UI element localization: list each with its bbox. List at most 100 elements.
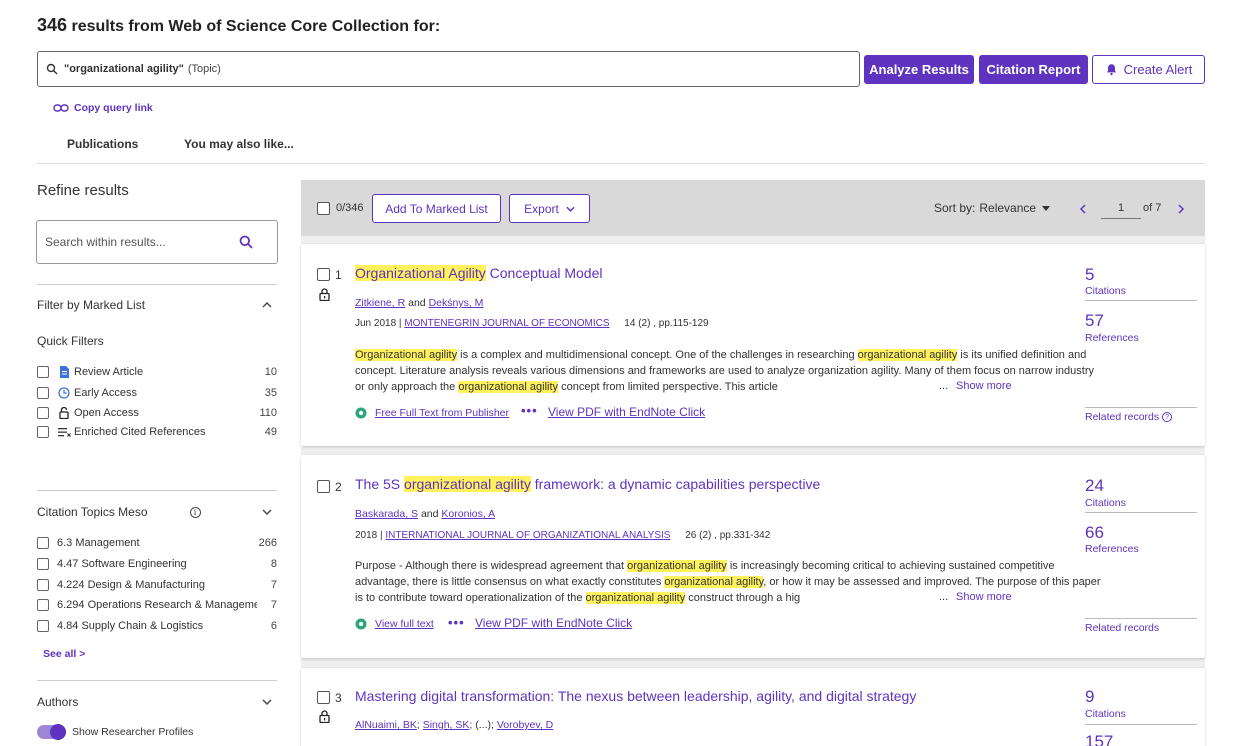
- show-more-link[interactable]: Show more: [956, 380, 1012, 392]
- chevron-down-icon: [262, 509, 272, 515]
- see-all-link[interactable]: See all >: [43, 648, 85, 660]
- author-link[interactable]: Koronios, A: [441, 508, 495, 520]
- title-highlight: organizational agility: [404, 476, 531, 492]
- citations-label[interactable]: Citations: [1085, 708, 1126, 720]
- result-checkbox[interactable]: [317, 480, 330, 493]
- add-to-marked-list-button[interactable]: Add To Marked List: [372, 194, 501, 223]
- filter-marked-list[interactable]: Filter by Marked List: [37, 298, 277, 312]
- results-heading: 346 results from Web of Science Core Col…: [37, 15, 440, 36]
- refine-title: Refine results: [37, 182, 129, 199]
- document-icon: [57, 366, 71, 378]
- checkbox[interactable]: [37, 426, 49, 438]
- full-text-link[interactable]: View full text: [375, 618, 434, 630]
- tab-you-may-also-like[interactable]: You may also like...: [184, 137, 294, 151]
- quick-filter-early-access[interactable]: Early Access 35: [37, 383, 277, 403]
- tab-publications[interactable]: Publications: [67, 137, 138, 151]
- abstract-line: is to contribute toward operationalizati…: [355, 590, 800, 606]
- chevron-down-icon: [262, 699, 272, 705]
- quick-filter-enriched-cited-references[interactable]: Enriched Cited References 49: [37, 422, 277, 442]
- citations-label[interactable]: Citations: [1085, 285, 1126, 297]
- citations-count[interactable]: 5: [1085, 265, 1094, 285]
- show-researcher-profiles-toggle[interactable]: Show Researcher Profiles: [37, 724, 193, 740]
- quick-filter-review-article[interactable]: Review Article 10: [37, 362, 277, 382]
- author-link[interactable]: Dekśnys, M: [429, 297, 484, 309]
- next-page-icon[interactable]: [1178, 204, 1184, 214]
- author-link[interactable]: Baskarada, S: [355, 508, 418, 520]
- help-icon[interactable]: ?: [1162, 412, 1173, 422]
- lock-icon: [319, 288, 330, 301]
- journal-link[interactable]: INTERNATIONAL JOURNAL OF ORGANIZATIONAL …: [385, 530, 670, 541]
- topic-filter[interactable]: 4.84 Supply Chain & Logistics 6: [37, 616, 277, 636]
- abstract-text: is to contribute toward operationalizati…: [355, 592, 586, 604]
- copy-query-link[interactable]: Copy query link: [53, 102, 153, 114]
- abstract-highlight: organizational agility: [627, 560, 727, 572]
- page-input[interactable]: 1: [1101, 199, 1141, 219]
- abstract-text: , or how it may be assessed and improved…: [763, 576, 1101, 588]
- sort-dropdown[interactable]: Sort by: Relevance: [934, 201, 1051, 215]
- author-link[interactable]: Singh, SK: [423, 719, 470, 731]
- result-checkbox[interactable]: [317, 268, 330, 281]
- references-label[interactable]: References: [1085, 543, 1139, 555]
- references-count[interactable]: 66: [1085, 523, 1104, 543]
- references-count[interactable]: 57: [1085, 311, 1104, 331]
- search-within-placeholder: Search within results...: [45, 235, 166, 249]
- citations-count[interactable]: 24: [1085, 476, 1104, 496]
- journal-link[interactable]: MONTENEGRIN JOURNAL OF ECONOMICS: [404, 318, 609, 329]
- result-checkbox[interactable]: [317, 691, 330, 704]
- toggle-switch[interactable]: [37, 724, 66, 740]
- full-text-link[interactable]: Free Full Text from Publisher: [375, 407, 509, 419]
- related-records-link[interactable]: Related records ?: [1085, 411, 1173, 423]
- citation-topics-header[interactable]: Citation Topics Meso i: [37, 505, 277, 519]
- abstract-highlight: Organizational agility: [355, 349, 458, 361]
- references-count[interactable]: 157: [1085, 732, 1113, 746]
- related-records-link[interactable]: Related records: [1085, 622, 1159, 634]
- authors-header[interactable]: Authors: [37, 695, 277, 709]
- result-title[interactable]: Mastering digital transformation: The ne…: [355, 688, 916, 704]
- result-title[interactable]: The 5S organizational agility framework:…: [355, 476, 820, 492]
- citation-report-button[interactable]: Citation Report: [979, 55, 1088, 84]
- checkbox[interactable]: [37, 387, 49, 399]
- view-pdf-link[interactable]: View PDF with EndNote Click: [475, 616, 632, 630]
- analyze-results-button[interactable]: Analyze Results: [864, 55, 974, 84]
- abstract-text: advantage, there is little consensus on …: [355, 576, 665, 588]
- lock-icon: [319, 710, 330, 723]
- quick-filter-open-access[interactable]: Open Access 110: [37, 403, 277, 423]
- result-number: 2: [335, 480, 342, 494]
- topic-filter[interactable]: 4.224 Design & Manufacturing 7: [37, 575, 277, 595]
- citations-label[interactable]: Citations: [1085, 497, 1126, 509]
- references-label[interactable]: References: [1085, 332, 1139, 344]
- author-link[interactable]: Zitkiene, R: [355, 297, 405, 309]
- checkbox[interactable]: [37, 407, 49, 419]
- query-field: (Topic): [187, 63, 221, 75]
- author-link[interactable]: Vorobyev, D: [497, 719, 553, 731]
- authors-truncated[interactable]: (...): [475, 719, 491, 731]
- export-button[interactable]: Export: [509, 194, 590, 223]
- select-all-checkbox[interactable]: [317, 202, 330, 215]
- topic-filter[interactable]: 4.47 Software Engineering 8: [37, 554, 277, 574]
- checkbox[interactable]: [37, 537, 49, 549]
- prev-page-icon[interactable]: [1080, 204, 1086, 214]
- more-options-icon[interactable]: •••: [521, 403, 538, 418]
- topic-filter[interactable]: 6.3 Management 266: [37, 533, 277, 553]
- info-icon[interactable]: i: [189, 506, 201, 518]
- citations-count[interactable]: 9: [1085, 687, 1094, 707]
- search-within-icon[interactable]: [239, 235, 253, 249]
- topic-filter[interactable]: 6.294 Operations Research & Management ……: [37, 595, 277, 615]
- open-access-icon: [355, 618, 367, 630]
- result-authors: Zitkiene, R and Dekśnys, M: [355, 297, 483, 309]
- create-alert-button[interactable]: Create Alert: [1092, 55, 1205, 84]
- query-box[interactable]: "organizational agility" (Topic): [37, 51, 860, 87]
- author-link[interactable]: AlNuaimi, BK: [355, 719, 417, 731]
- search-within-input[interactable]: Search within results...: [36, 220, 278, 264]
- more-options-icon[interactable]: •••: [448, 615, 465, 630]
- checkbox[interactable]: [37, 620, 49, 632]
- open-access-icon: [355, 407, 367, 419]
- checkbox[interactable]: [37, 579, 49, 591]
- result-title[interactable]: Organizational Agility Conceptual Model: [355, 265, 603, 281]
- chevron-down-icon: [566, 206, 575, 212]
- checkbox[interactable]: [37, 366, 49, 378]
- checkbox[interactable]: [37, 558, 49, 570]
- show-more-link[interactable]: Show more: [956, 591, 1012, 603]
- checkbox[interactable]: [37, 599, 49, 611]
- view-pdf-link[interactable]: View PDF with EndNote Click: [548, 405, 705, 419]
